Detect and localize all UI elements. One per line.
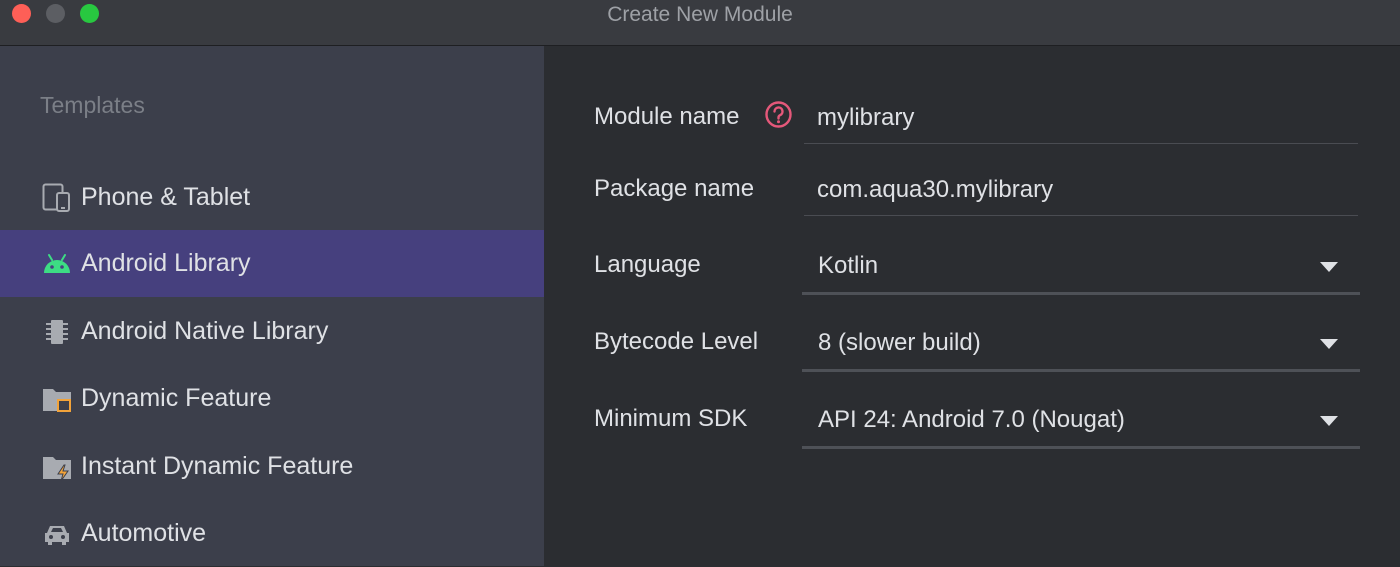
create-module-window: Create New Module Templates Phone & Tabl…: [0, 0, 1400, 566]
bytecode-level-dropdown[interactable]: 8 (slower build): [802, 317, 1360, 372]
chevron-down-icon: [1320, 339, 1338, 349]
template-item-phone-tablet[interactable]: Phone & Tablet: [0, 164, 544, 231]
module-form: Module name mylibrary Package name com.a…: [544, 46, 1400, 566]
template-label: Dynamic Feature: [81, 384, 272, 412]
minimum-sdk-label: Minimum SDK: [594, 405, 748, 432]
car-icon: [42, 519, 72, 549]
template-item-instant-dynamic-feature[interactable]: Instant Dynamic Feature: [0, 433, 544, 500]
module-name-label: Module name: [594, 103, 740, 130]
template-item-dynamic-feature[interactable]: Dynamic Feature: [0, 365, 544, 432]
bytecode-level-value: 8 (slower build): [818, 329, 981, 356]
folder-lightning-icon: [42, 452, 72, 482]
package-name-label: Package name: [594, 175, 755, 202]
template-label: Instant Dynamic Feature: [81, 452, 354, 480]
package-name-field[interactable]: com.aqua30.mylibrary: [804, 165, 1358, 216]
language-value: Kotlin: [818, 252, 879, 279]
help-icon[interactable]: [765, 101, 792, 128]
folder-module-icon: [42, 384, 72, 414]
template-item-automotive[interactable]: Automotive: [0, 500, 544, 567]
template-label: Android Library: [81, 249, 251, 277]
language-dropdown[interactable]: Kotlin: [802, 240, 1360, 295]
android-icon: [42, 249, 72, 279]
templates-sidebar: Templates Phone & Tablet Android Library…: [0, 46, 544, 566]
language-label: Language: [594, 251, 701, 278]
template-label: Automotive: [81, 519, 207, 547]
native-chip-icon: [42, 317, 72, 347]
template-label: Phone & Tablet: [81, 183, 251, 211]
module-name-field[interactable]: mylibrary: [804, 93, 1358, 144]
template-label: Android Native Library: [81, 317, 329, 345]
window-title: Create New Module: [607, 3, 793, 26]
title-bar: Create New Module: [0, 0, 1400, 46]
phone-tablet-icon: [42, 183, 72, 213]
bytecode-level-label: Bytecode Level: [594, 328, 759, 355]
chevron-down-icon: [1320, 416, 1338, 426]
module-name-value: mylibrary: [817, 104, 915, 131]
minimum-sdk-value: API 24: Android 7.0 (Nougat): [818, 406, 1125, 433]
chevron-down-icon: [1320, 262, 1338, 272]
template-item-android-library[interactable]: Android Library: [0, 230, 544, 297]
minimum-sdk-dropdown[interactable]: API 24: Android 7.0 (Nougat): [802, 394, 1360, 449]
package-name-value: com.aqua30.mylibrary: [817, 176, 1054, 203]
template-item-android-native-library[interactable]: Android Native Library: [0, 298, 544, 365]
templates-heading: Templates: [40, 92, 145, 118]
